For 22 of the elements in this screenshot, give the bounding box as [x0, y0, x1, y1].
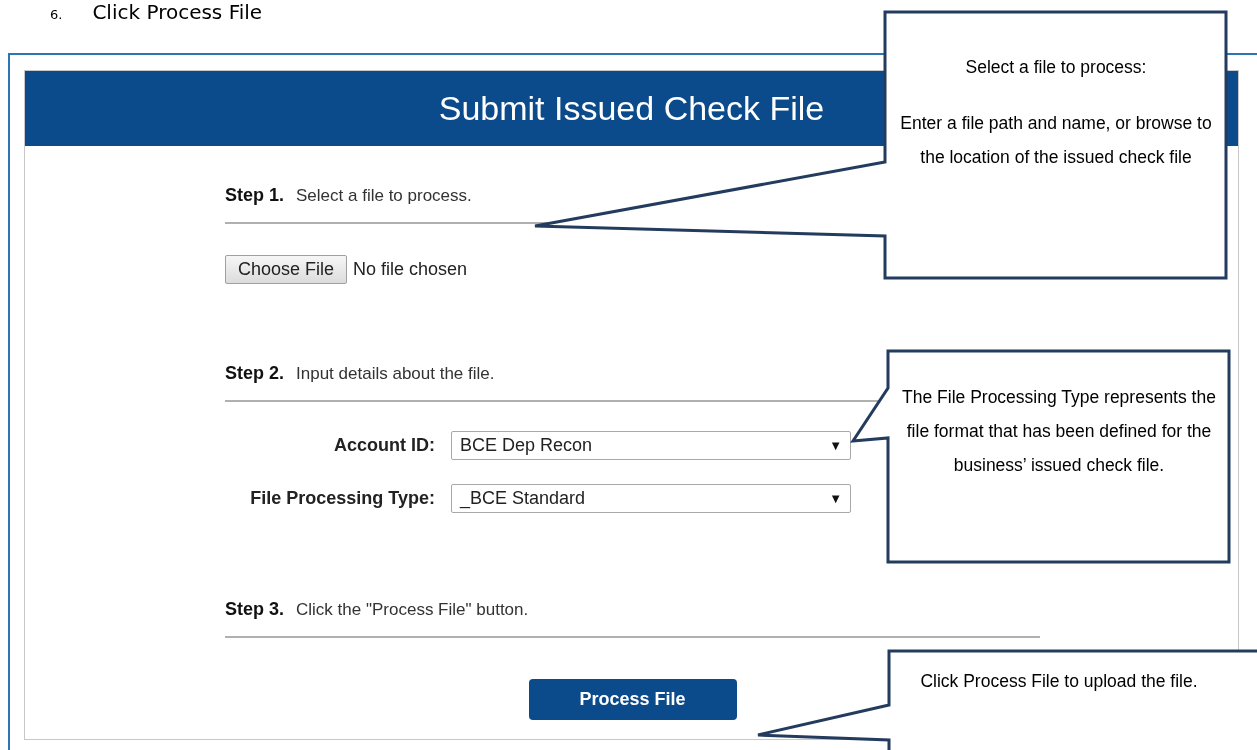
step-label: Step 1. [225, 184, 285, 207]
dropdown[interactable]: _BCE Standard ▼ [451, 484, 851, 513]
callout-text: Enter a file path and name, or browse to the location of the issued check file [900, 112, 1212, 169]
dropdown-arrow: ▼ [829, 436, 842, 455]
callout-text: Click Process File to upload the file. [919, 670, 1199, 693]
callout-text: The File Processing Type represents the file format that has been defined for the business’ issued check file. [901, 386, 1217, 477]
file-status: No file chosen [353, 258, 468, 281]
step-text: Click the "Process File" button. [296, 598, 529, 621]
field-label: File Processing Type: [249, 487, 436, 510]
step-label: Step 2. [225, 362, 285, 385]
process-file-button[interactable]: Process File [528, 679, 737, 720]
step-number: 6. [50, 6, 63, 24]
step-label: Step 3. [225, 598, 285, 621]
instruction-text: Click Process File [92, 0, 263, 24]
step-text: Select a file to process. [296, 184, 472, 207]
choose-file-button[interactable]: Choose File [225, 255, 348, 284]
step-text: Input details about the file. [296, 362, 495, 385]
field-label: Account ID: [333, 434, 436, 457]
callout-text: Select a file to process: [964, 56, 1148, 79]
form-title: Submit Issued Check File [438, 88, 825, 129]
dropdown[interactable]: BCE Dep Recon ▼ [451, 431, 851, 460]
dropdown-arrow: ▼ [829, 489, 842, 508]
